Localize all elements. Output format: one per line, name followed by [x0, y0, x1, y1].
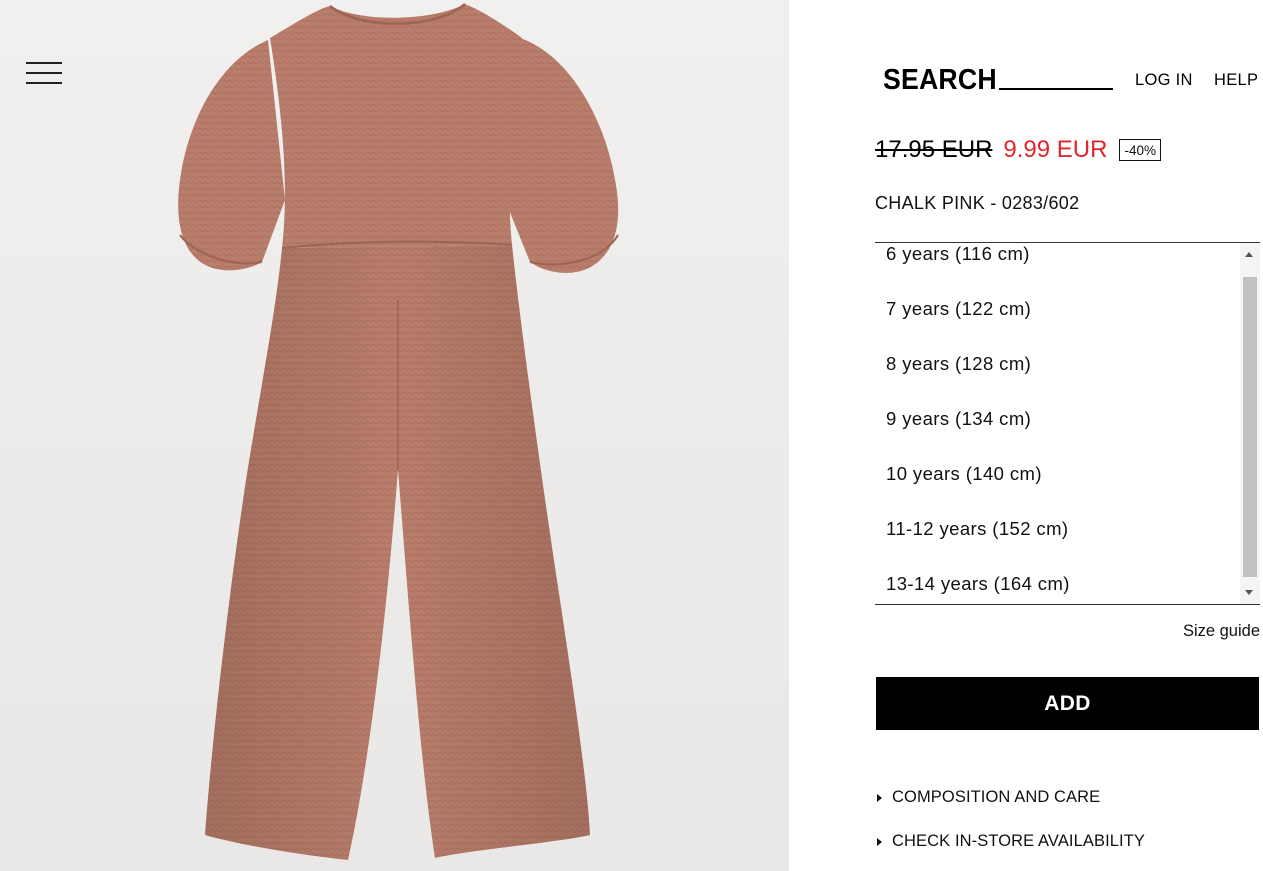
old-price: 17.95 EUR: [875, 136, 993, 163]
size-option[interactable]: 7 years (122 cm): [886, 298, 1031, 320]
search-label[interactable]: SEARCH: [883, 64, 997, 97]
color-reference: CHALK PINK - 0283/602: [875, 193, 1080, 213]
scroll-up-arrow-icon[interactable]: [1240, 245, 1260, 265]
product-photo: [178, 3, 619, 860]
product-image-pane: [0, 0, 789, 871]
size-option[interactable]: 10 years (140 cm): [886, 463, 1042, 485]
price-row: 17.95 EUR 9.99 EUR -40%: [875, 136, 1161, 164]
caret-right-icon: [877, 793, 882, 802]
add-to-cart-button[interactable]: ADD: [876, 677, 1259, 730]
composition-care-toggle[interactable]: COMPOSITION AND CARE: [877, 788, 1100, 807]
size-list-scrollbar[interactable]: [1240, 243, 1260, 604]
size-selector-list[interactable]: 6 years (116 cm) 7 years (122 cm) 8 year…: [875, 242, 1260, 605]
size-guide-link[interactable]: Size guide: [1183, 622, 1260, 641]
product-info-panel: SEARCH LOG IN HELP 17.95 EUR 9.99 EUR -4…: [789, 0, 1263, 871]
hamburger-menu-icon[interactable]: [26, 62, 62, 84]
scrollbar-thumb[interactable]: [1243, 277, 1257, 577]
help-link[interactable]: HELP: [1214, 71, 1258, 90]
store-availability-toggle[interactable]: CHECK IN-STORE AVAILABILITY: [877, 832, 1145, 851]
size-option[interactable]: 8 years (128 cm): [886, 353, 1031, 375]
size-option[interactable]: 9 years (134 cm): [886, 408, 1031, 430]
composition-care-label: COMPOSITION AND CARE: [892, 788, 1101, 806]
size-option[interactable]: 11-12 years (152 cm): [886, 518, 1068, 540]
scroll-down-arrow-icon[interactable]: [1240, 582, 1260, 602]
search-input-underline[interactable]: [999, 88, 1113, 90]
store-availability-label: CHECK IN-STORE AVAILABILITY: [892, 832, 1146, 850]
discount-badge: -40%: [1119, 139, 1161, 161]
size-option[interactable]: 6 years (116 cm): [886, 243, 1030, 265]
login-link[interactable]: LOG IN: [1135, 71, 1193, 90]
sale-price: 9.99 EUR: [1003, 136, 1108, 163]
size-option[interactable]: 13-14 years (164 cm): [886, 573, 1070, 595]
caret-right-icon: [877, 837, 882, 846]
